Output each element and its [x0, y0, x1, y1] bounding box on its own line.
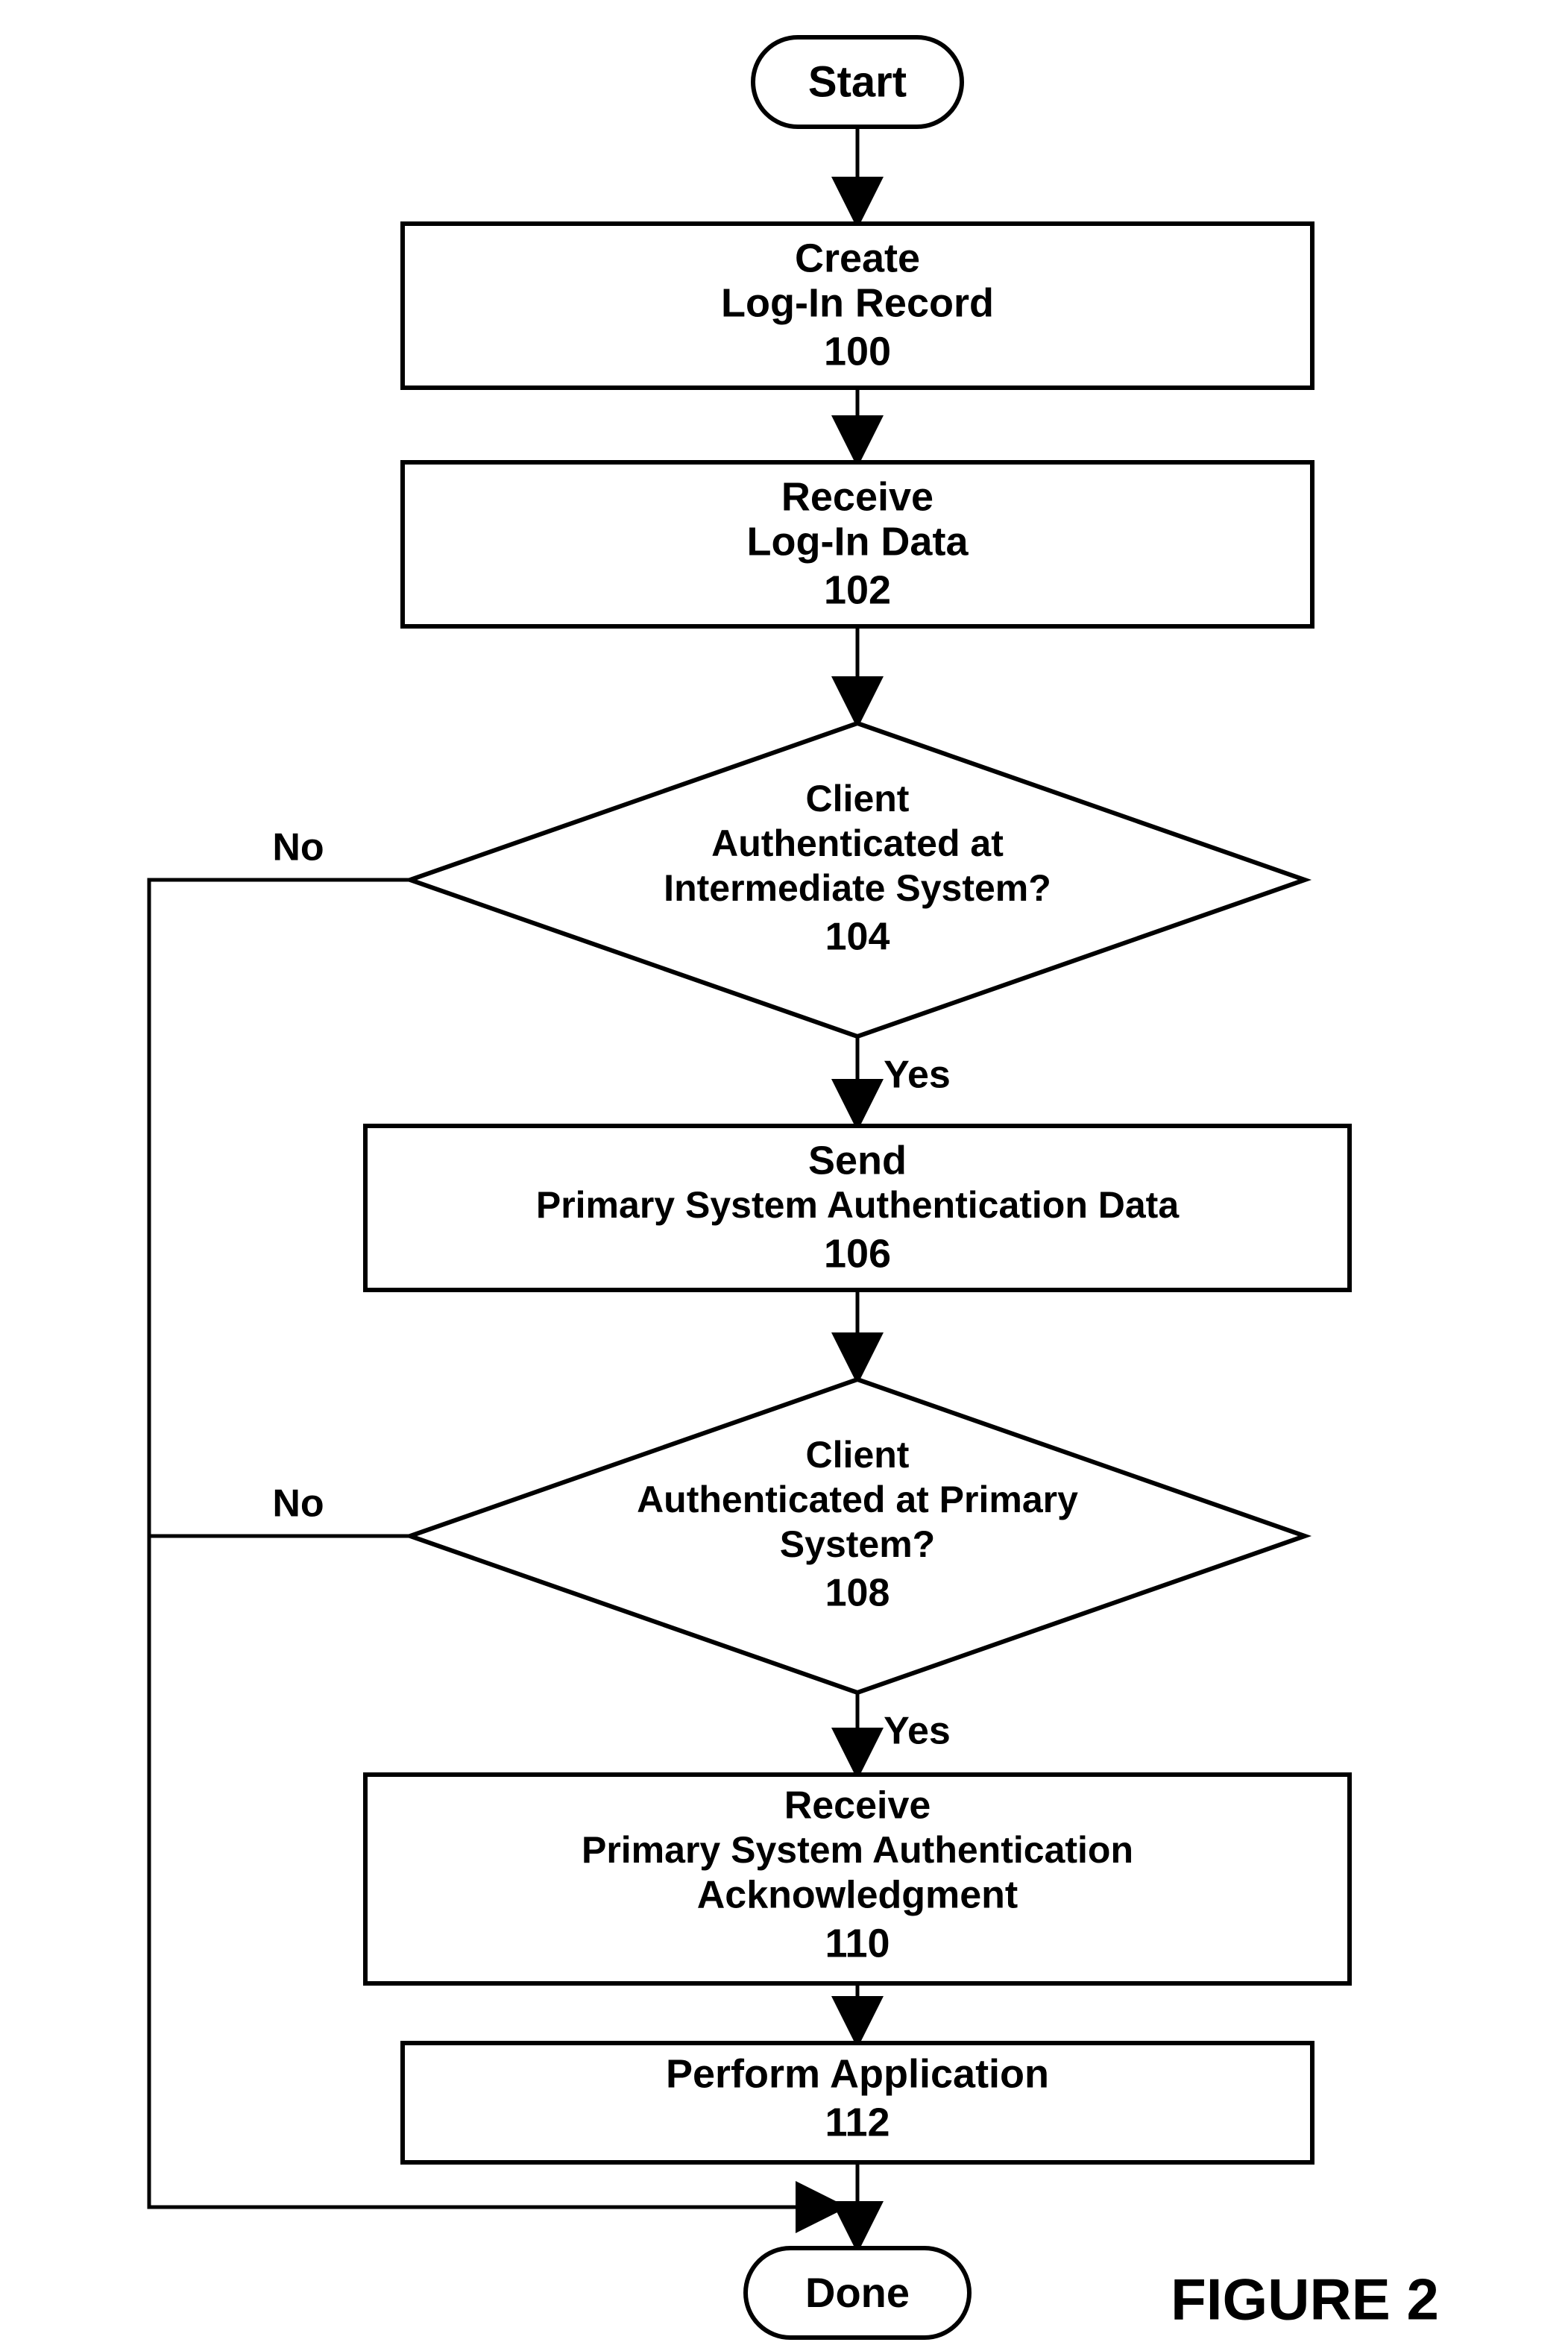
dec104-l3: Intermediate System?: [664, 867, 1051, 909]
decision-108: Client Authenticated at Primary System? …: [410, 1379, 1305, 1693]
step110-l3: Acknowledgment: [697, 1874, 1018, 1917]
step112-l1: Perform Application: [666, 2051, 1049, 2096]
terminator-done: Done: [746, 2248, 969, 2338]
dec104-no-label: No: [272, 826, 324, 869]
dec108-l3: System?: [780, 1523, 935, 1565]
step102-l2: Log-In Data: [747, 519, 969, 564]
figure-label: FIGURE 2: [1171, 2267, 1439, 2332]
process-110: Receive Primary System Authentication Ac…: [365, 1775, 1350, 1983]
dec108-no-label: No: [272, 1482, 324, 1526]
start-label: Start: [808, 57, 907, 106]
step102-l1: Receive: [781, 474, 933, 519]
flowchart-figure: Start Create Log-In Record 100 Receive L…: [0, 0, 1568, 2351]
decision-104: Client Authenticated at Intermediate Sys…: [410, 723, 1305, 1036]
process-106: Send Primary System Authentication Data …: [365, 1126, 1350, 1290]
step110-l1: Receive: [784, 1784, 931, 1828]
dec108-l2: Authenticated at Primary: [637, 1479, 1078, 1520]
process-100: Create Log-In Record 100: [403, 224, 1312, 388]
step100-l2: Log-In Record: [721, 280, 994, 325]
dec104-num: 104: [825, 916, 890, 959]
step100-l1: Create: [795, 236, 920, 280]
dec104-yes-label: Yes: [884, 1054, 951, 1097]
step102-num: 102: [824, 567, 891, 612]
step100-num: 100: [824, 329, 891, 374]
done-label: Done: [805, 2269, 910, 2316]
step112-num: 112: [825, 2100, 890, 2144]
step106-num: 106: [824, 1231, 891, 1276]
step110-l2: Primary System Authentication: [582, 1829, 1133, 1871]
step106-l1: Send: [808, 1138, 907, 1183]
step106-l2: Primary System Authentication Data: [536, 1184, 1180, 1226]
dec104-l1: Client: [806, 778, 910, 819]
dec104-l2: Authenticated at: [711, 822, 1004, 864]
process-112: Perform Application 112: [403, 2043, 1312, 2162]
terminator-start: Start: [753, 37, 962, 127]
dec108-num: 108: [825, 1572, 890, 1615]
dec108-l1: Client: [806, 1434, 910, 1476]
step110-num: 110: [825, 1921, 890, 1966]
dec108-yes-label: Yes: [884, 1710, 951, 1753]
process-102: Receive Log-In Data 102: [403, 462, 1312, 626]
